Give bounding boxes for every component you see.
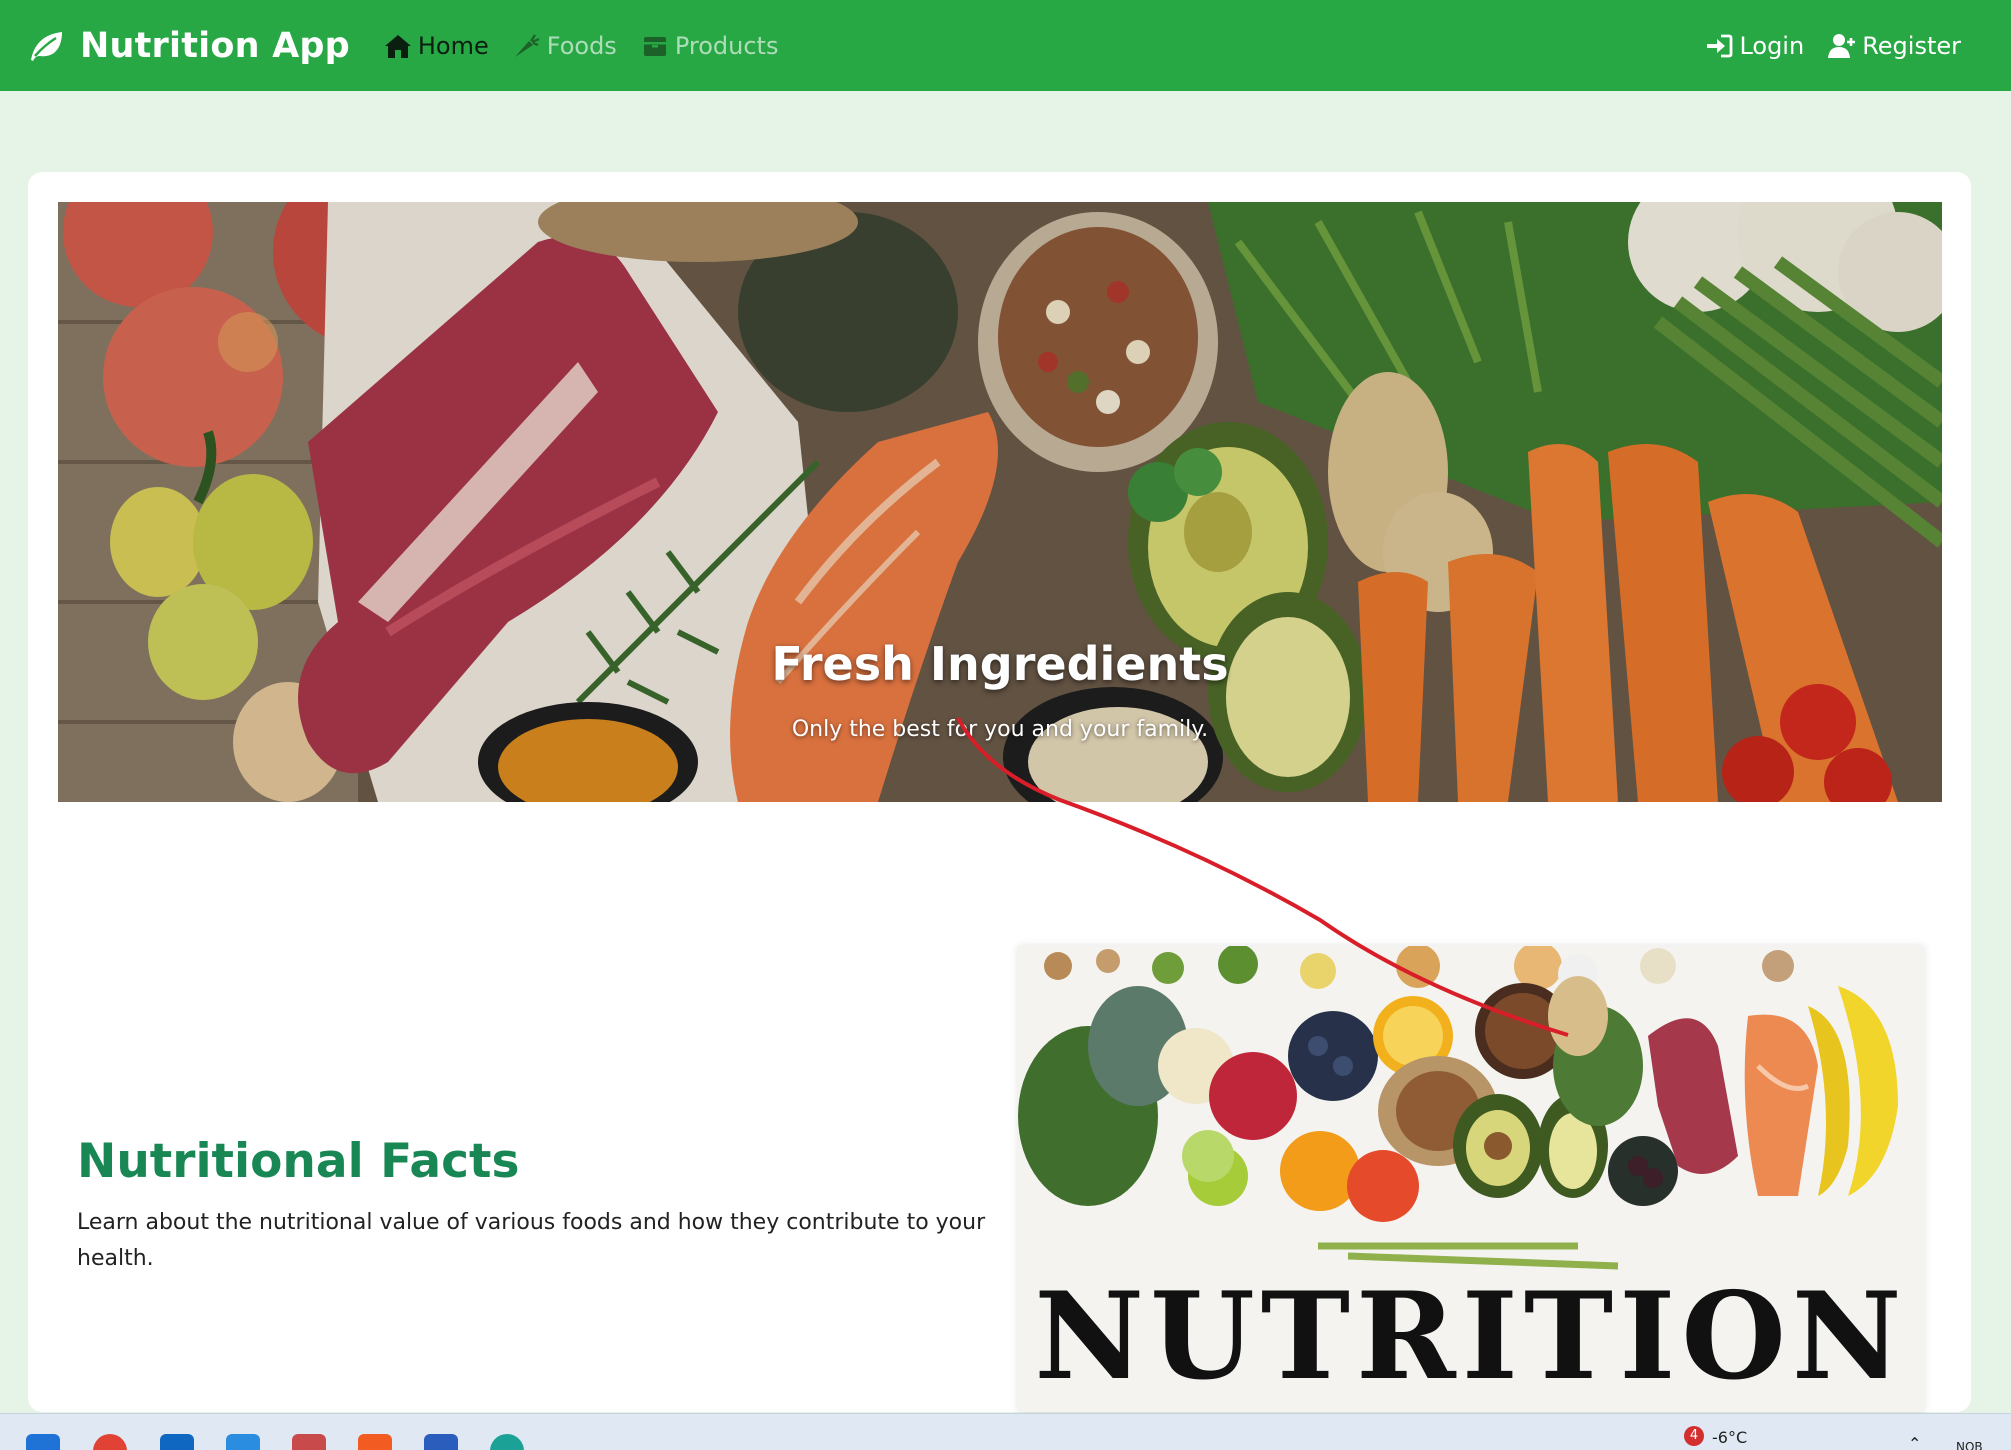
- nav-register[interactable]: Register: [1828, 32, 1961, 60]
- nav-products[interactable]: Products: [641, 31, 779, 60]
- nav-home[interactable]: Home: [384, 32, 489, 60]
- nav-foods-label: Foods: [546, 31, 617, 60]
- fresh-ingredients-image: [58, 202, 1942, 802]
- vscode-icon[interactable]: [226, 1434, 260, 1450]
- user-plus-icon: [1828, 33, 1856, 58]
- app-icon[interactable]: [292, 1434, 326, 1450]
- tray-text: NOB: [1956, 1440, 1983, 1450]
- box-icon: [643, 36, 666, 56]
- nav-home-label: Home: [417, 31, 489, 60]
- nav-products-label: Products: [674, 31, 779, 60]
- nav-login-label: Login: [1739, 31, 1805, 60]
- home-icon: [384, 34, 411, 58]
- sign-in-icon: [1707, 34, 1733, 57]
- tray-chevron-icon[interactable]: ⌃: [1908, 1434, 1921, 1450]
- outlook-icon[interactable]: [160, 1434, 194, 1450]
- hero-subtitle: Only the best for you and your family.: [791, 717, 1209, 742]
- chrome-icon[interactable]: [93, 1434, 127, 1450]
- content-card: Fresh Ingredients Only the best for you …: [28, 172, 1971, 1412]
- nutritional-facts-heading: Nutritional Facts: [77, 1134, 520, 1189]
- hero-banner: Fresh Ingredients Only the best for you …: [58, 202, 1942, 802]
- nutrition-word: NUTRITION: [1034, 1266, 1908, 1407]
- weather-temperature[interactable]: -6°C: [1712, 1428, 1747, 1447]
- carrot-icon: [514, 33, 540, 57]
- nutrition-image: NUTRITION: [1018, 946, 1924, 1412]
- leaf-icon: [31, 31, 62, 61]
- hero-title: Fresh Ingredients: [771, 637, 1229, 691]
- notification-badge: 4: [1684, 1426, 1704, 1446]
- nav-register-label: Register: [1862, 31, 1961, 60]
- nav-login[interactable]: Login: [1705, 32, 1804, 60]
- os-taskbar: [0, 1413, 2011, 1450]
- brave-icon[interactable]: [358, 1434, 392, 1450]
- edge-icon[interactable]: [490, 1434, 524, 1450]
- top-navbar: Nutrition App Home Foods Products Login …: [0, 0, 2011, 91]
- word-icon[interactable]: [424, 1434, 458, 1450]
- nav-foods[interactable]: Foods: [513, 32, 617, 60]
- windows-start-icon[interactable]: [26, 1434, 60, 1450]
- brand-name: Nutrition App: [80, 25, 350, 66]
- brand-link[interactable]: Nutrition App: [26, 26, 350, 66]
- nutritional-facts-text: Learn about the nutritional value of var…: [77, 1210, 986, 1271]
